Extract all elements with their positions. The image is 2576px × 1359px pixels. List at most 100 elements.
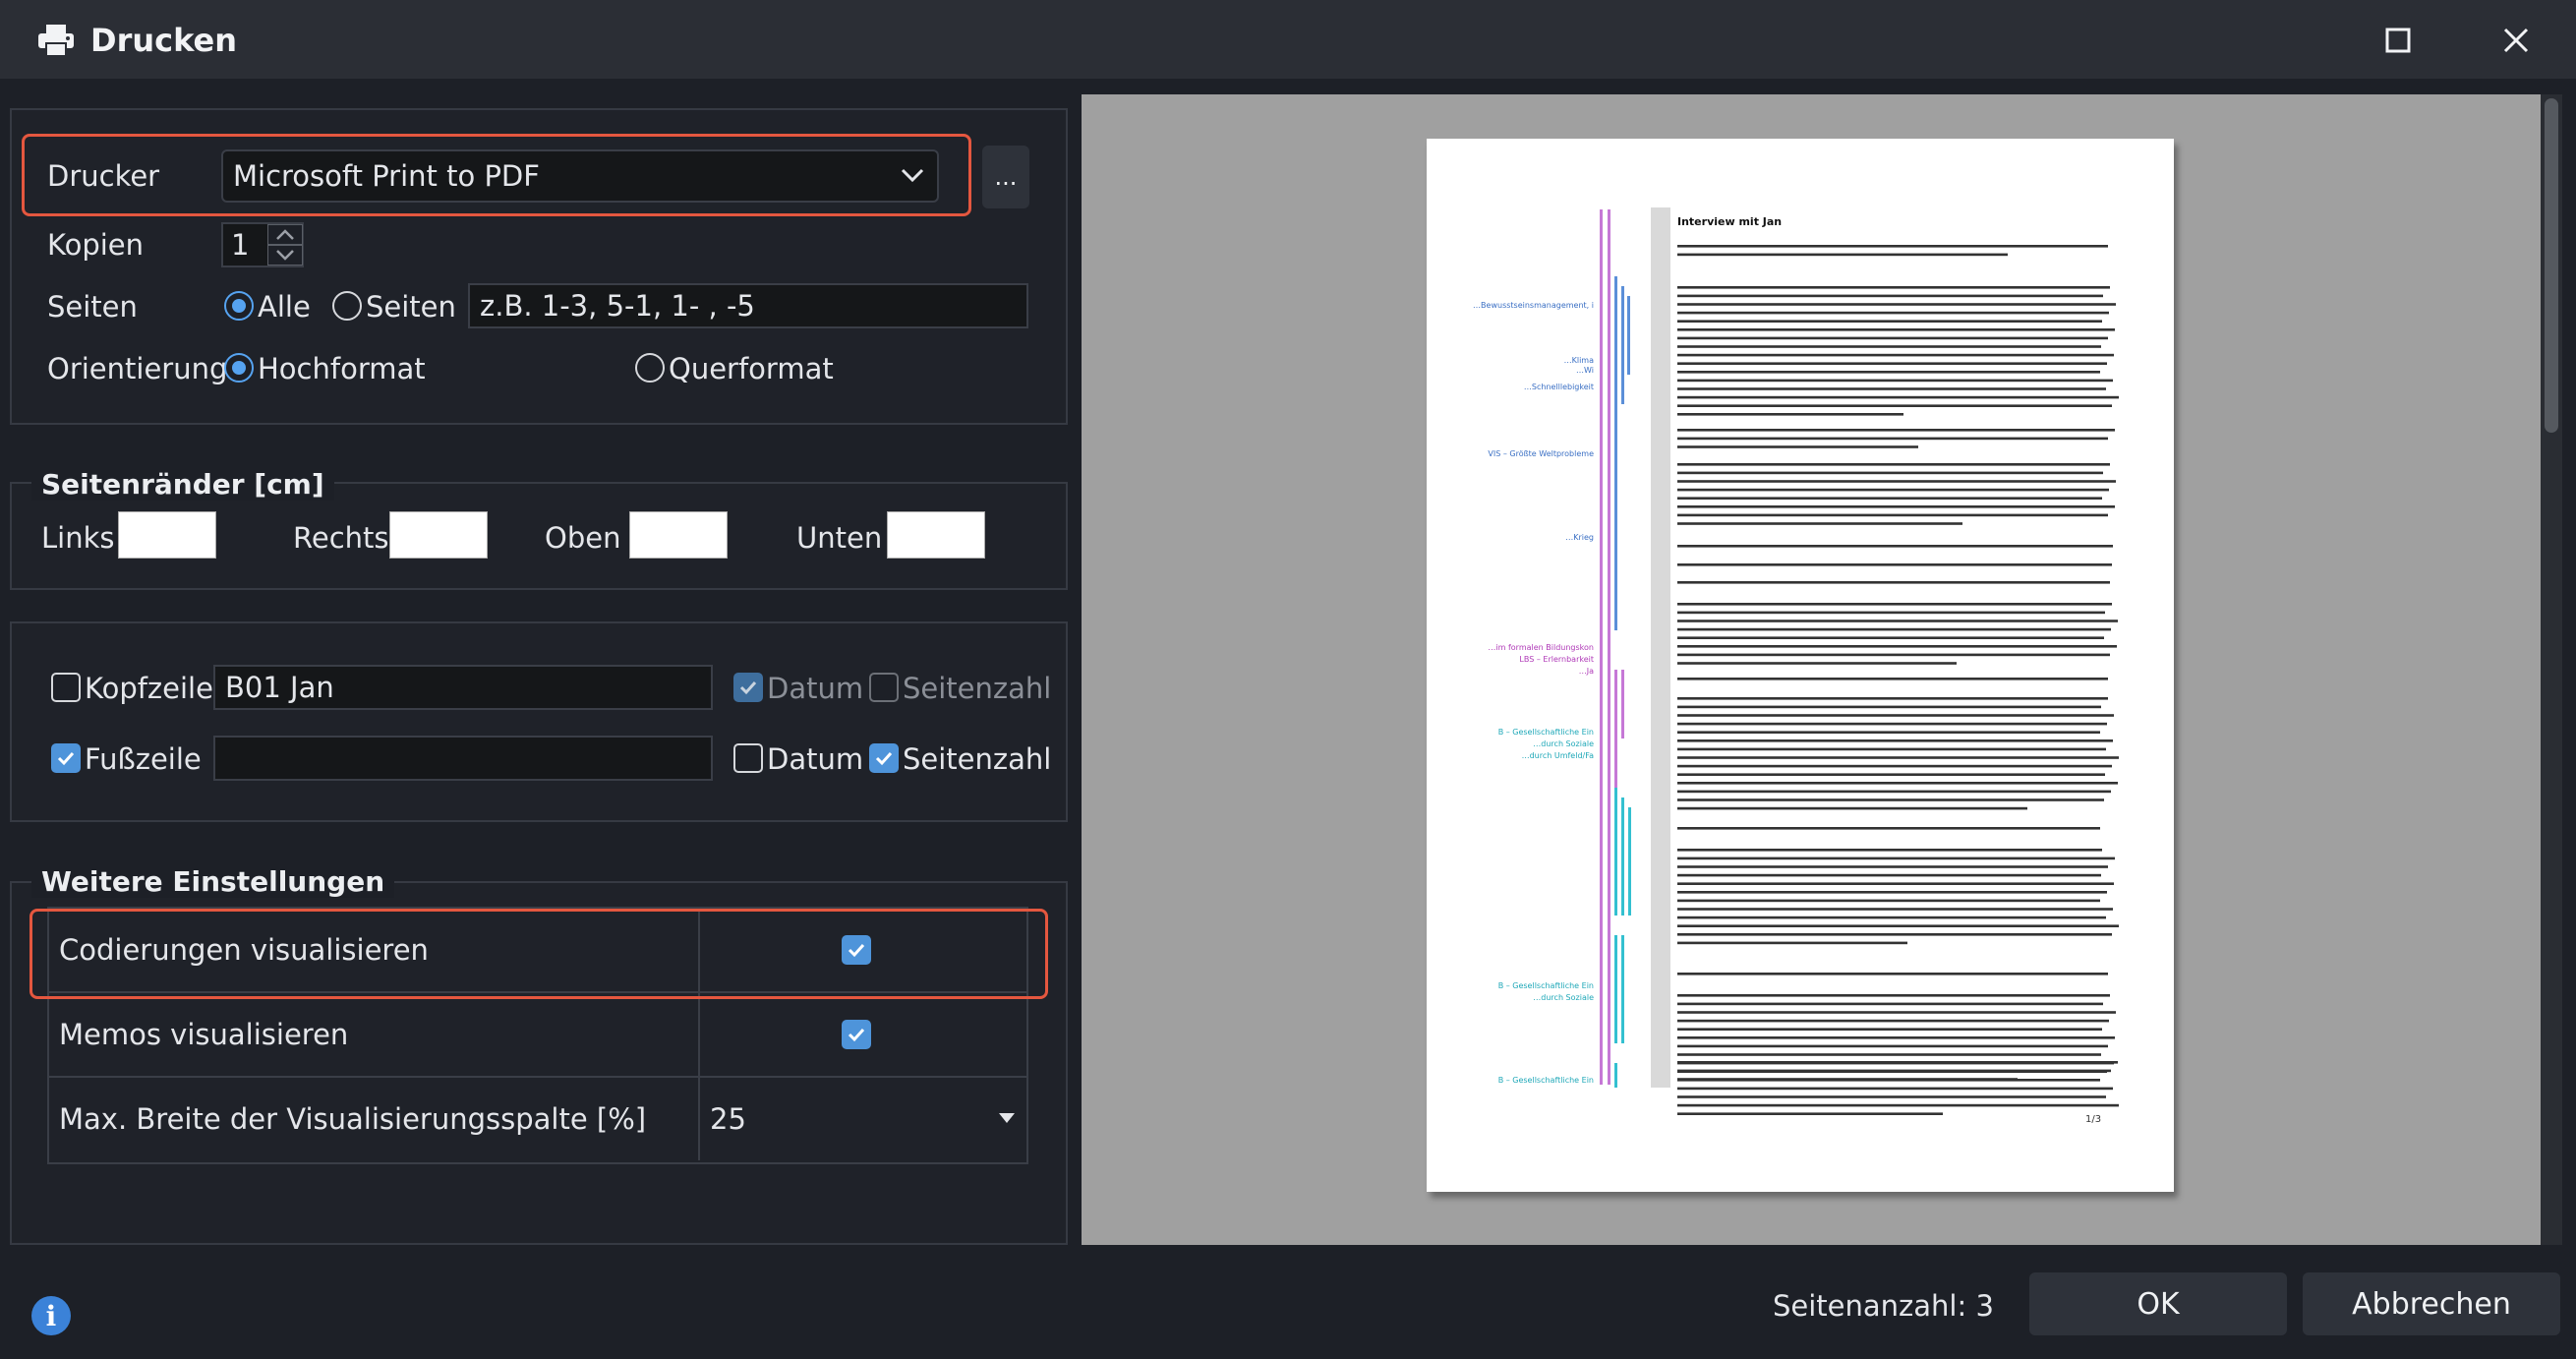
text-line [1677,445,1918,448]
setting-label: Max. Breite der Visualisierungsspalte [%… [49,1078,700,1160]
text-line [1677,994,2110,997]
text-line [1677,806,2027,810]
pages-label: Seiten [47,290,138,324]
landscape-radio[interactable] [635,353,665,383]
text-line [1677,747,2106,751]
text-line [1677,731,2100,734]
text-line [1677,404,2112,407]
text-line [1677,899,2100,903]
text-line [1677,545,2113,548]
preview-page: …Bewusstseinsmanagement, i …Klima …Wi …Schn… [1427,139,2174,1192]
footer-pagenum-checkbox[interactable] [869,743,899,773]
text-line [1677,488,2109,492]
code-label: …durch Soziale [1533,993,1594,1002]
ok-button[interactable]: OK [2029,1272,2287,1335]
text-line [1677,645,2117,648]
coding-bar [1614,670,1617,788]
text-line [1677,253,2008,257]
code-label: …Ja [1579,667,1594,676]
copies-label: Kopien [47,228,145,262]
text-line [1677,1103,2119,1107]
code-label: LBS – Erlernbarkeit [1519,655,1594,664]
margin-left-label: Links [41,521,115,555]
text-line [1677,827,2100,830]
text-line [1677,705,2101,709]
text-line [1677,413,1903,416]
coding-bar [1614,1063,1617,1088]
text-line [1677,1044,2108,1048]
margin-top-label: Oben [545,521,621,555]
preview-scrollbar-thumb[interactable] [2545,98,2558,433]
margin-left-input[interactable] [118,511,216,559]
portrait-label: Hochformat [258,352,426,385]
pages-range-placeholder: z.B. 1-3, 5-1, 1- , -5 [480,289,755,323]
coding-bar [1608,209,1610,1085]
portrait-radio[interactable] [224,353,254,383]
text-line [1677,463,2110,466]
copies-value: 1 [231,228,250,262]
pages-range-label: Seiten [366,290,456,324]
printer-icon [38,25,74,57]
text-line [1677,563,2112,566]
setting-label: Memos visualisieren [49,993,700,1076]
text-line [1677,437,2108,441]
text-line [1677,1002,2103,1006]
printer-properties-button[interactable]: ... [982,146,1029,208]
visualize-memos-checkbox[interactable] [842,1020,871,1049]
margins-title: Seitenränder [cm] [31,468,334,501]
text-line [1677,603,2112,606]
header-pagenum-checkbox[interactable] [869,673,899,702]
text-line [1677,1028,2102,1031]
text-line [1677,395,2119,399]
pages-all-radio[interactable] [224,291,254,321]
pages-range-input[interactable]: z.B. 1-3, 5-1, 1- , -5 [468,283,1028,328]
text-line [1677,286,2110,289]
stepper-arrows-icon[interactable] [267,224,303,266]
cancel-button[interactable]: Abbrechen [2303,1272,2560,1335]
text-line [1677,873,2101,877]
text-line [1677,311,2109,315]
code-label: B – Gesellschaftliche Ein [1498,1076,1594,1085]
header-label: Kopfzeile [85,672,213,705]
header-checkbox[interactable] [51,673,81,702]
footer-input[interactable] [213,736,713,781]
title-bar [0,0,2576,79]
maximize-button[interactable] [2375,18,2421,63]
printer-select[interactable]: Microsoft Print to PDF [221,149,939,203]
text-line [1677,662,1957,665]
header-input[interactable]: B01 Jan [213,665,713,710]
text-line [1677,1095,2106,1098]
footer-date-checkbox[interactable] [733,743,763,773]
coding-bar [1621,935,1624,1043]
text-line [1677,505,2115,508]
text-line [1677,933,2112,936]
pages-range-radio[interactable] [332,291,362,321]
text-line [1677,497,2102,500]
text-line [1677,345,2101,348]
footer-checkbox[interactable] [51,743,81,773]
text-line [1677,336,2108,340]
text-line [1677,581,2110,584]
code-label: B – Gesellschaftliche Ein [1498,981,1594,990]
text-line [1677,353,2114,357]
text-line [1677,1053,2101,1056]
header-date-checkbox[interactable] [733,673,763,702]
code-label: …im formalen Bildungskon [1488,643,1594,652]
text-line [1677,756,2119,759]
info-icon[interactable]: i [31,1296,71,1335]
margin-right-input[interactable] [389,511,488,559]
text-line [1677,611,2105,615]
text-line [1677,1061,2118,1064]
coding-bar [1621,798,1624,916]
text-line [1677,653,2110,657]
text-line [1677,924,2119,927]
margin-bottom-input[interactable] [887,511,985,559]
text-line [1677,722,2107,726]
close-button[interactable] [2493,18,2539,63]
text-line [1677,1078,2018,1081]
margin-top-input[interactable] [629,511,728,559]
text-line [1677,379,2113,383]
text-line [1677,362,2107,365]
text-line [1677,697,2108,700]
max-width-select[interactable]: 25 [702,1078,1026,1160]
